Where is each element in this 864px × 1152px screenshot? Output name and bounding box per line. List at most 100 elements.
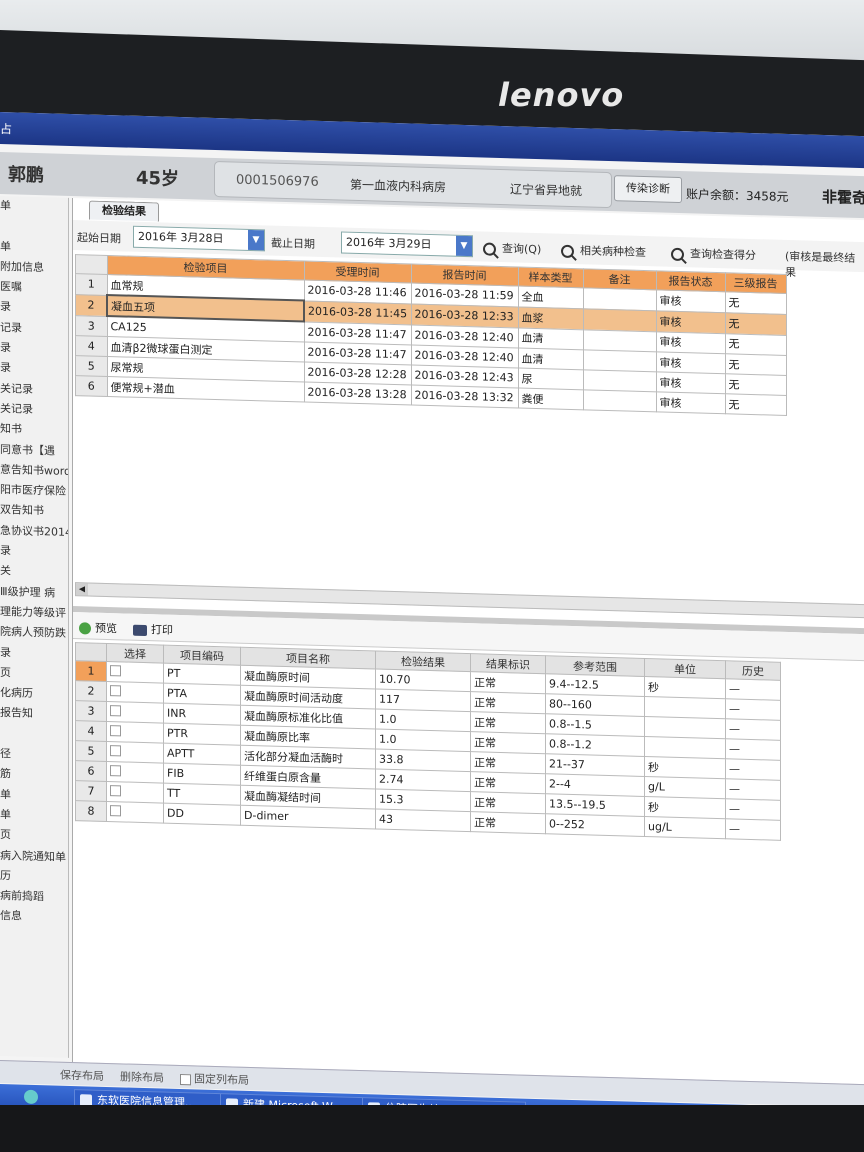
column-header[interactable]: 三级报告 [725, 272, 786, 294]
sidebar-item[interactable]: 同意书【遇 [0, 440, 68, 462]
column-header[interactable]: 项目编码 [163, 645, 241, 666]
sidebar-item[interactable]: 页 [0, 825, 68, 847]
chevron-down-icon[interactable]: ▼ [248, 229, 264, 251]
sidebar-item[interactable]: 双告知书 [0, 500, 68, 522]
column-header[interactable]: 单位 [644, 658, 726, 679]
score-query-button[interactable]: 查询检查得分 [671, 245, 756, 263]
sidebar-item[interactable]: 阳市医疗保险 [0, 480, 68, 502]
sidebar-item[interactable]: 意告知书word [0, 460, 69, 482]
select-checkbox[interactable] [106, 701, 164, 724]
checkbox-icon[interactable] [110, 664, 121, 676]
patient-age: 45岁 [136, 167, 180, 191]
checkbox-icon[interactable] [110, 744, 121, 756]
table-cell [583, 389, 656, 412]
column-header[interactable]: 选择 [106, 643, 164, 664]
checkbox-icon[interactable] [110, 804, 121, 816]
sidebar-item[interactable]: 院病人预防跌 [0, 622, 68, 644]
row-number: 1 [75, 660, 107, 682]
sidebar-item[interactable] [0, 216, 68, 238]
checkbox-icon[interactable] [110, 764, 121, 776]
sidebar-item[interactable] [0, 724, 68, 746]
table-cell: 正常 [470, 751, 546, 774]
sidebar-item[interactable]: 单 [0, 237, 68, 259]
lock-layout-checkbox[interactable]: 固定列布局 [180, 1070, 249, 1088]
select-checkbox[interactable] [106, 661, 164, 684]
column-header[interactable]: 结果标识 [470, 653, 546, 674]
table-cell: 33.8 [375, 748, 471, 772]
scroll-left-icon[interactable]: ◀ [76, 583, 88, 596]
table-cell: D-dimer [240, 805, 376, 829]
sidebar-item[interactable]: 录 [0, 297, 68, 319]
select-checkbox[interactable] [106, 801, 164, 824]
filter-note: (审核是最终结果 [785, 249, 856, 280]
sidebar-item[interactable]: 径 [0, 744, 68, 766]
sidebar-item[interactable]: 病前捣蹈 [0, 886, 68, 908]
sidebar-item[interactable]: 关 [0, 561, 68, 583]
sidebar-item[interactable]: 录 [0, 338, 68, 360]
delete-layout-button[interactable]: 删除布局 [120, 1068, 164, 1085]
column-header[interactable]: 备注 [583, 268, 656, 290]
column-header[interactable]: 样本类型 [518, 266, 583, 288]
column-header[interactable]: 报告状态 [656, 270, 725, 292]
sidebar-item[interactable]: 记录 [0, 318, 68, 340]
browser-icon[interactable] [24, 1089, 38, 1105]
save-layout-button[interactable]: 保存布局 [60, 1067, 104, 1084]
select-checkbox[interactable] [106, 721, 164, 744]
sidebar-item[interactable]: 单 [0, 805, 68, 827]
table-cell: 秒 [644, 796, 726, 819]
patient-id: 0001506976 [236, 172, 319, 190]
sidebar-item[interactable]: 关记录 [0, 379, 68, 401]
checkbox-icon[interactable] [180, 1073, 191, 1085]
sidebar-item[interactable]: 单 [0, 785, 68, 807]
sidebar-item[interactable]: 报告知 [0, 703, 68, 725]
sidebar-item[interactable]: 化病历 [0, 683, 68, 705]
table-cell: — [725, 718, 781, 741]
row-number: 8 [75, 800, 107, 822]
sidebar-item[interactable]: 单 [0, 196, 68, 218]
tab-lab-results[interactable]: 检验结果 [89, 200, 159, 222]
sidebar-item[interactable]: 录 [0, 643, 68, 665]
sidebar-item[interactable]: 信息 [0, 906, 68, 928]
select-checkbox[interactable] [106, 741, 164, 764]
checkbox-icon[interactable] [110, 724, 121, 736]
sidebar-item[interactable]: 录 [0, 358, 68, 380]
table-cell: 正常 [470, 811, 546, 834]
sidebar-item[interactable]: 附加信息 [0, 257, 68, 279]
table-cell: 2--4 [545, 773, 645, 797]
query-button[interactable]: 查询(Q) [483, 239, 541, 257]
start-date-label: 起始日期 [77, 231, 121, 246]
select-checkbox[interactable] [106, 761, 164, 784]
sidebar-item[interactable]: 急协议书2014 [0, 521, 69, 543]
account-balance: 账户余额：3458元 [686, 187, 789, 205]
sidebar-item[interactable]: 知书 [0, 419, 68, 441]
table-cell: 117 [375, 688, 471, 712]
table-cell: 审核 [656, 371, 725, 394]
end-date-picker[interactable]: 2016年 3月29日 ▼ [341, 231, 473, 258]
sidebar-item[interactable]: 理能力等级评 [0, 602, 68, 624]
sidebar-item[interactable]: 录 [0, 541, 68, 563]
sidebar-item[interactable]: 筋 [0, 764, 68, 786]
sidebar-item[interactable]: 病入院通知单 [0, 846, 68, 868]
start-date-picker[interactable]: 2016年 3月28日 ▼ [133, 225, 265, 252]
sidebar-item[interactable]: 医嘱 [0, 277, 68, 299]
select-checkbox[interactable] [106, 681, 164, 704]
sidebar-item[interactable]: 页 [0, 663, 68, 685]
checkbox-icon[interactable] [110, 704, 121, 716]
select-checkbox[interactable] [106, 781, 164, 804]
sidebar-item[interactable]: 历 [0, 866, 68, 888]
checkbox-icon[interactable] [110, 784, 121, 796]
infection-diagnosis-button[interactable]: 传染诊断 [614, 175, 682, 204]
row-number: 5 [75, 740, 107, 762]
table-cell: 13.5--19.5 [545, 793, 645, 817]
print-button[interactable]: 打印 [133, 621, 173, 638]
preview-button[interactable]: 预览 [79, 619, 117, 636]
table-cell: 正常 [470, 791, 546, 814]
sidebar-item[interactable]: Ⅲ级护理 病 [0, 582, 68, 604]
end-date-value: 2016年 3月29日 [346, 235, 432, 252]
checkbox-icon[interactable] [110, 684, 121, 696]
sidebar-item[interactable]: 关记录 [0, 399, 68, 421]
chevron-down-icon[interactable]: ▼ [456, 235, 472, 257]
column-header[interactable]: 历史 [725, 660, 781, 681]
table-cell [583, 349, 656, 372]
related-disease-button[interactable]: 相关病种检查 [561, 242, 646, 260]
